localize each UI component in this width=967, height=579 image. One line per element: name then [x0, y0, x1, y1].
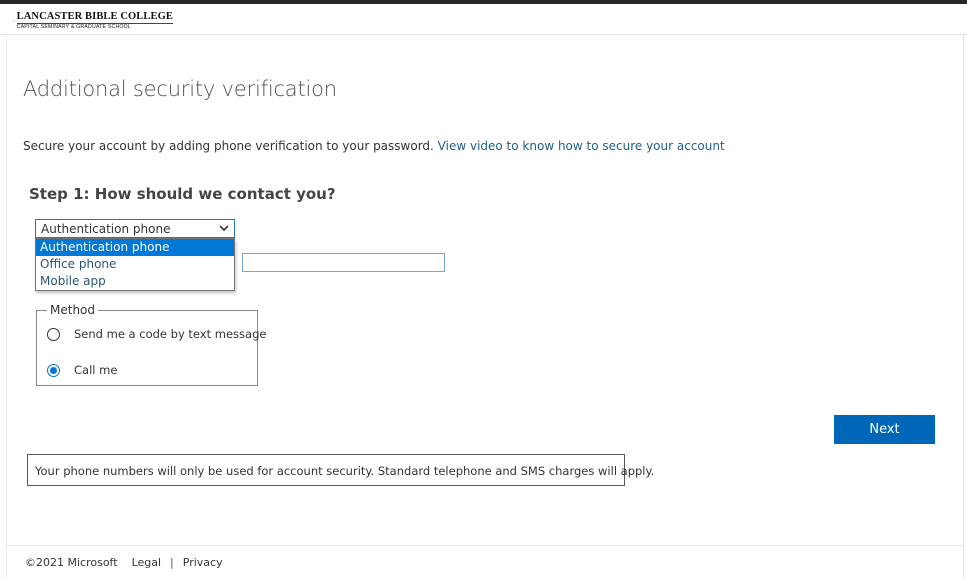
- method-legend: Method: [47, 303, 99, 317]
- logo-line2: CAPITAL SEMINARY & GRADUATE SCHOOL: [16, 23, 173, 31]
- footer-separator: |: [170, 556, 174, 569]
- dropdown-option-mobile-app[interactable]: Mobile app: [36, 273, 234, 290]
- logo-line1: LANCASTER BIBLE COLLEGE: [16, 11, 173, 22]
- intro-text: Secure your account by adding phone veri…: [23, 139, 725, 153]
- contact-method-dropdown: Authentication phone Office phone Mobile…: [35, 238, 235, 291]
- text-message-label: Send me a code by text message: [74, 327, 267, 341]
- dropdown-option-office-phone[interactable]: Office phone: [36, 256, 234, 273]
- step-title: Step 1: How should we contact you?: [29, 185, 336, 203]
- next-button[interactable]: Next: [834, 415, 935, 444]
- view-video-link[interactable]: View video to know how to secure your ac…: [438, 139, 725, 153]
- lbc-logo-icon: [13, 20, 14, 22]
- dropdown-option-authentication-phone[interactable]: Authentication phone: [36, 239, 234, 256]
- call-me-label: Call me: [74, 363, 118, 377]
- left-rule: [6, 35, 7, 579]
- method-group: Method Send me a code by text message Ca…: [36, 303, 266, 386]
- contact-method-selected: Authentication phone: [41, 222, 171, 236]
- footer-links: ©2021 Microsoft Legal | Privacy: [25, 556, 223, 569]
- intro-description: Secure your account by adding phone veri…: [23, 139, 438, 153]
- privacy-notice: Your phone numbers will only be used for…: [27, 454, 654, 486]
- phone-number-input[interactable]: [242, 253, 445, 272]
- legal-link[interactable]: Legal: [132, 556, 161, 569]
- call-me-radio[interactable]: [47, 363, 60, 377]
- radio-option-call-me[interactable]: Call me: [47, 363, 117, 377]
- radio-option-text-message[interactable]: Send me a code by text message: [47, 327, 266, 341]
- header: LANCASTER BIBLE COLLEGE CAPITAL SEMINARY…: [0, 4, 967, 35]
- page-title: Additional security verification: [23, 77, 337, 101]
- footer: ©2021 Microsoft Legal | Privacy: [6, 545, 963, 579]
- contact-method-select[interactable]: Authentication phone: [35, 219, 235, 238]
- privacy-link[interactable]: Privacy: [183, 556, 223, 569]
- logo-text: LANCASTER BIBLE COLLEGE CAPITAL SEMINARY…: [16, 11, 173, 31]
- copyright: ©2021 Microsoft: [25, 556, 118, 569]
- chevron-down-icon: [219, 225, 229, 232]
- college-logo[interactable]: LANCASTER BIBLE COLLEGE CAPITAL SEMINARY…: [13, 8, 173, 34]
- right-rule: [963, 35, 964, 579]
- text-message-radio[interactable]: [47, 327, 60, 341]
